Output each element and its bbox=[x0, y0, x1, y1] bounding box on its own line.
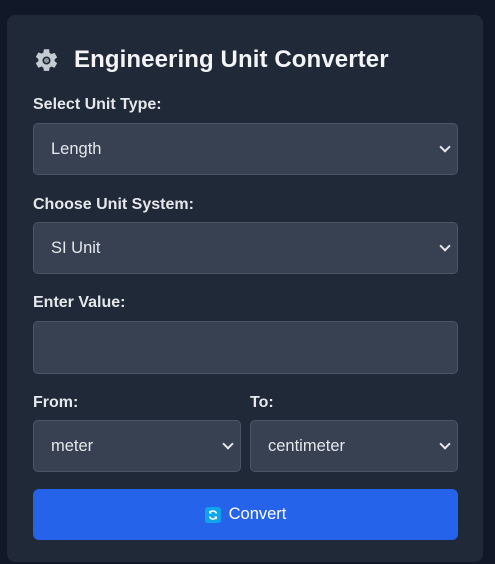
to-label: To: bbox=[250, 394, 274, 411]
unit-system-label: Choose Unit System: bbox=[33, 196, 194, 213]
value-input[interactable] bbox=[33, 321, 458, 374]
convert-button[interactable]: Convert bbox=[33, 489, 458, 540]
value-label: Enter Value: bbox=[33, 294, 126, 311]
gear-icon bbox=[35, 48, 58, 71]
chevron-down-icon bbox=[439, 141, 451, 153]
header: Engineering Unit Converter bbox=[33, 45, 457, 75]
unit-type-select[interactable]: Length bbox=[33, 123, 458, 175]
unit-pair-row: From: meter To: centimeter bbox=[33, 394, 458, 472]
from-unit-select[interactable]: meter bbox=[33, 420, 241, 472]
unit-type-value: Length bbox=[51, 139, 102, 158]
page-title: Engineering Unit Converter bbox=[74, 46, 389, 73]
chevron-down-icon bbox=[439, 438, 451, 450]
to-column: To: centimeter bbox=[250, 394, 458, 472]
from-label: From: bbox=[33, 394, 79, 411]
from-unit-value: meter bbox=[51, 436, 94, 455]
convert-label: Convert bbox=[228, 505, 287, 523]
chevron-down-icon bbox=[222, 438, 234, 450]
refresh-icon bbox=[204, 506, 221, 523]
to-unit-select[interactable]: centimeter bbox=[250, 420, 458, 472]
converter-card: Engineering Unit Converter Select Unit T… bbox=[7, 15, 483, 562]
unit-type-label: Select Unit Type: bbox=[33, 96, 162, 113]
from-column: From: meter bbox=[33, 394, 241, 472]
unit-system-value: SI Unit bbox=[51, 238, 101, 257]
to-unit-value: centimeter bbox=[268, 436, 346, 455]
unit-system-select[interactable]: SI Unit bbox=[33, 222, 458, 274]
chevron-down-icon bbox=[439, 240, 451, 252]
